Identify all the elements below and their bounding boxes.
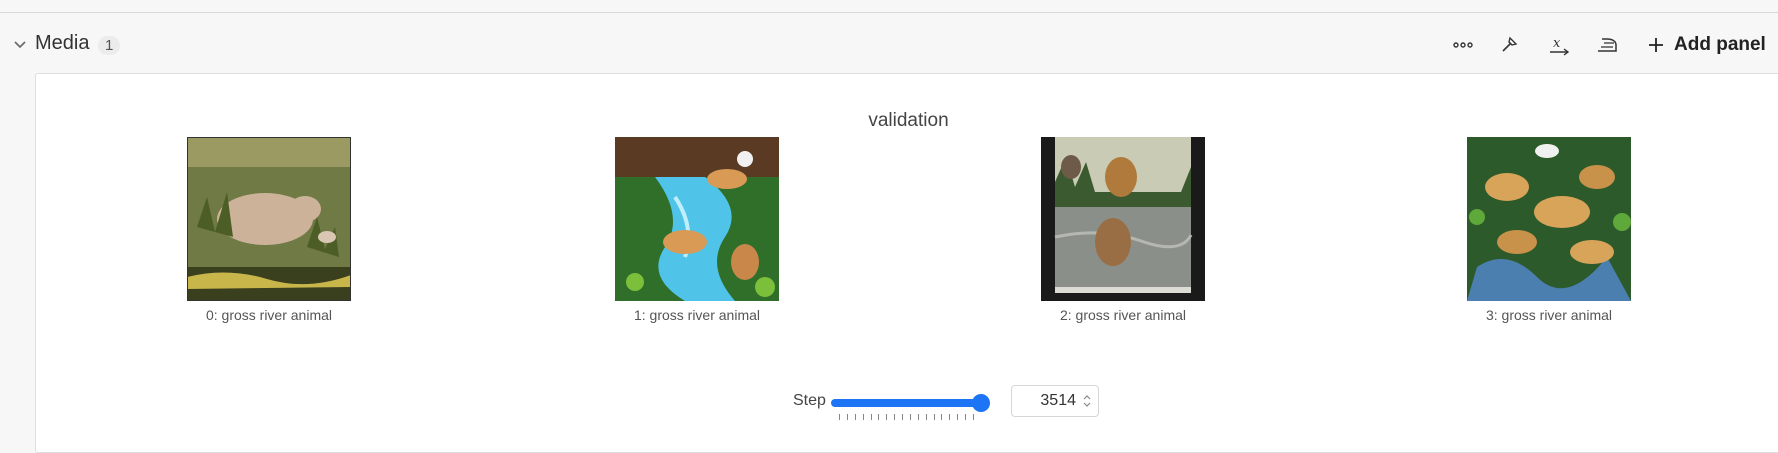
media-caption: 3: gross river animal xyxy=(1485,307,1613,323)
add-panel-button[interactable]: Add panel xyxy=(1648,30,1766,60)
media-image[interactable] xyxy=(1041,137,1205,301)
media-item[interactable]: 0: gross river animal xyxy=(149,137,389,323)
media-image[interactable] xyxy=(1467,137,1631,301)
more-icon[interactable] xyxy=(1450,32,1476,58)
media-image[interactable] xyxy=(187,137,351,301)
media-item[interactable]: 3: gross river animal xyxy=(1429,137,1669,323)
step-slider[interactable] xyxy=(831,389,990,420)
plus-icon xyxy=(1649,38,1663,52)
step-label: Step xyxy=(793,392,826,409)
media-caption: 1: gross river animal xyxy=(633,307,761,323)
panel-title: validation xyxy=(868,110,949,131)
chevron-down-icon[interactable] xyxy=(12,36,28,52)
media-section-header: Media 1 x Add panel xyxy=(0,24,1778,64)
x-variable-icon[interactable]: x xyxy=(1546,32,1572,58)
step-slider-ticks xyxy=(839,414,974,420)
spinner-arrows-icon[interactable] xyxy=(1083,394,1091,408)
media-panel: validation 0: gross river animal 1: gros… xyxy=(35,73,1778,453)
media-item[interactable]: 1: gross river animal xyxy=(577,137,817,323)
top-divider xyxy=(0,0,1778,13)
iron-icon[interactable] xyxy=(1594,32,1620,58)
media-caption: 0: gross river animal xyxy=(205,307,333,323)
section-title: Media xyxy=(35,32,90,54)
svg-text:x: x xyxy=(1553,36,1561,51)
media-item[interactable]: 2: gross river animal xyxy=(1003,137,1243,323)
magic-wand-icon[interactable] xyxy=(1496,32,1522,58)
media-caption: 2: gross river animal xyxy=(1059,307,1187,323)
add-panel-label: Add panel xyxy=(1674,34,1766,55)
step-slider-thumb[interactable] xyxy=(972,394,990,412)
media-image[interactable] xyxy=(615,137,779,301)
step-value: 3514 xyxy=(1040,392,1076,409)
step-input[interactable]: 3514 xyxy=(1011,385,1099,417)
step-slider-track xyxy=(831,399,981,407)
section-count-badge: 1 xyxy=(98,36,121,55)
